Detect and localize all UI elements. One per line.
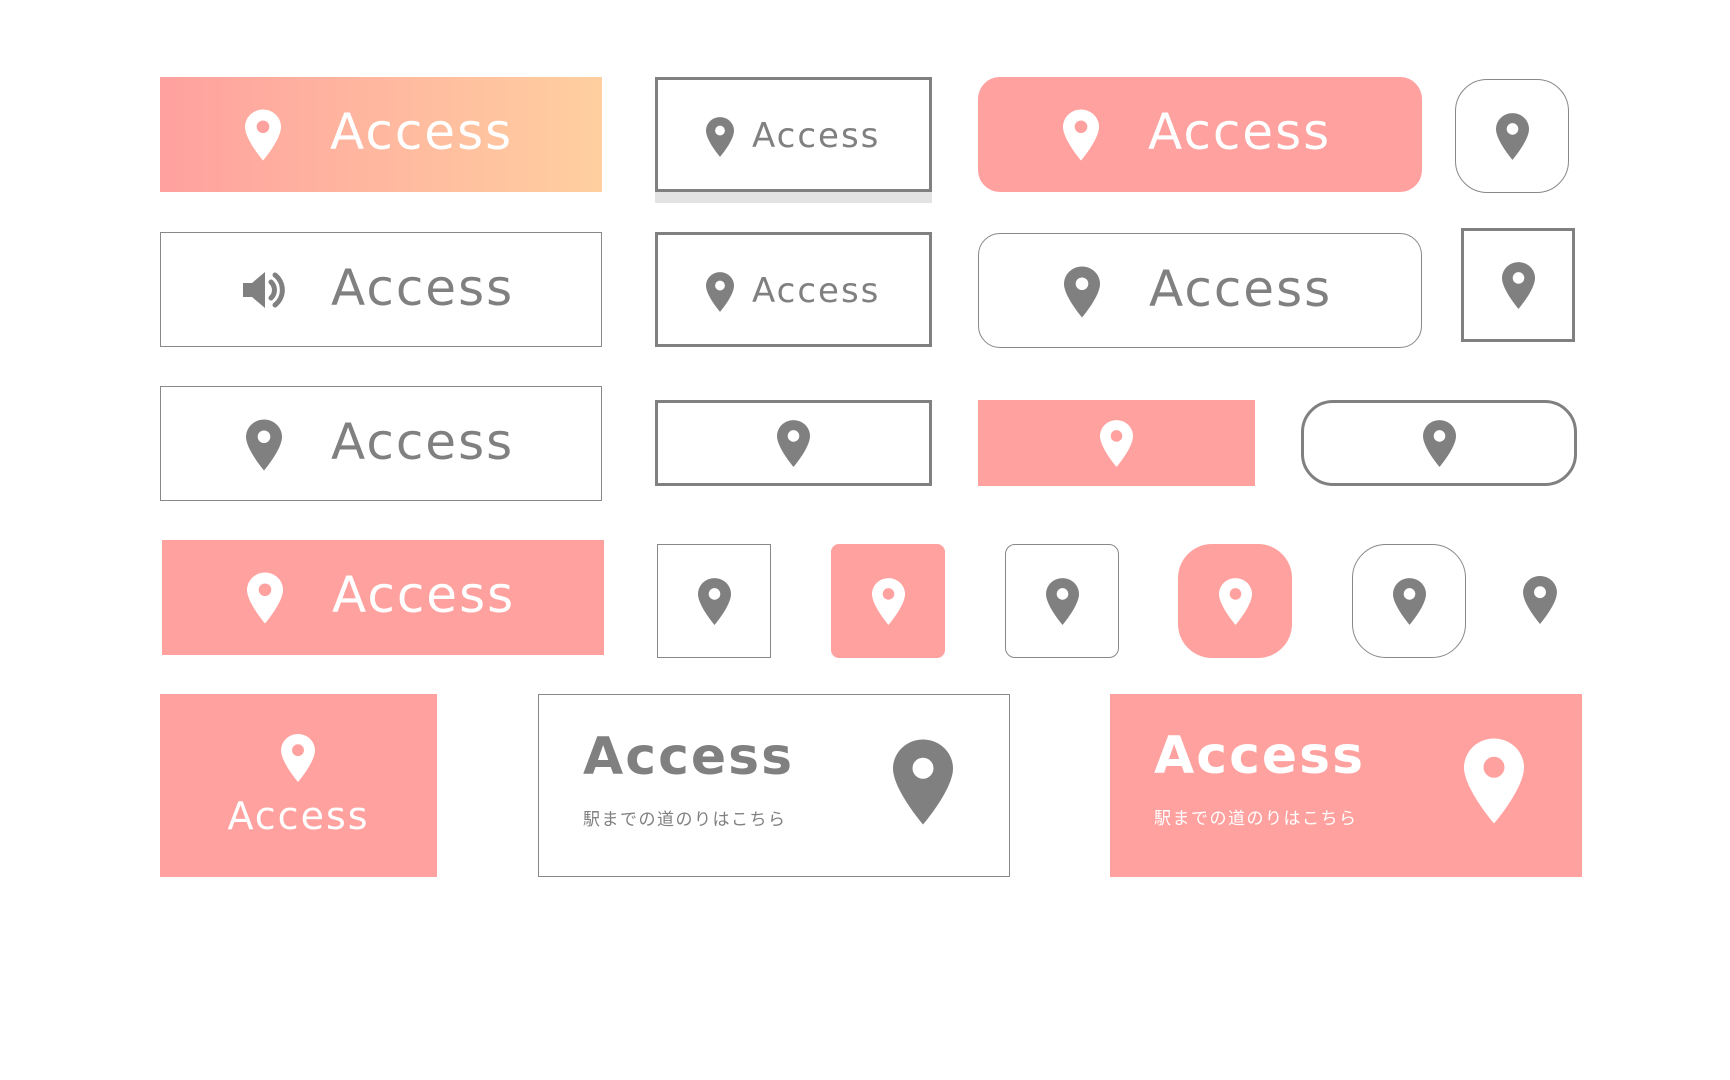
map-pin-icon — [697, 577, 731, 625]
map-pin-icon — [1464, 738, 1524, 824]
access-label: Access — [331, 259, 515, 317]
access-button-outlined-shadow[interactable]: Access — [655, 77, 932, 192]
map-pin-icon — [1392, 577, 1426, 625]
access-label: Access — [332, 566, 516, 624]
access-label: Access — [752, 116, 881, 156]
map-pin-icon — [1495, 112, 1529, 160]
map-pin-icon — [1063, 109, 1099, 161]
access-card-filled[interactable]: Access 駅までの道のりはこちら — [1110, 694, 1582, 877]
pin-icon-button-square-thick[interactable] — [1461, 228, 1575, 342]
map-pin-icon — [281, 734, 315, 782]
access-label: Access — [1149, 260, 1333, 318]
map-pin-icon — [777, 419, 810, 467]
access-label: Access — [1148, 103, 1332, 161]
access-button-outlined-thick[interactable]: Access — [655, 232, 932, 347]
pin-icon-button-square[interactable] — [657, 544, 771, 658]
card-title: Access — [583, 727, 795, 787]
pin-icon-button-outlined-squircle[interactable] — [1352, 544, 1466, 658]
card-title: Access — [1154, 726, 1366, 786]
pin-icon-button-pill[interactable] — [1301, 400, 1577, 486]
map-pin-icon — [1422, 419, 1456, 467]
access-label: Access — [227, 794, 370, 838]
access-button-filled[interactable]: Access — [162, 540, 604, 655]
pin-icon-button-filled-small-radius[interactable] — [831, 544, 945, 658]
pin-icon-button-squircle[interactable] — [1455, 79, 1569, 193]
access-button-gradient[interactable]: Access — [160, 77, 602, 192]
map-pin-icon — [245, 109, 281, 161]
pin-icon-button-filled-squircle[interactable] — [1178, 544, 1292, 658]
access-label: Access — [331, 413, 515, 471]
map-pin-icon — [1523, 576, 1557, 624]
access-label: Access — [752, 271, 881, 311]
map-pin-icon — [893, 739, 953, 825]
access-button-outlined[interactable]: Access — [160, 386, 602, 501]
speaker-icon — [243, 272, 285, 308]
pin-icon-button-wide-outlined[interactable] — [655, 400, 932, 486]
access-button-rounded[interactable]: Access — [978, 77, 1422, 192]
map-pin-icon — [706, 117, 734, 157]
access-card-outlined[interactable]: Access 駅までの道のりはこちら — [538, 694, 1010, 877]
map-pin-icon — [246, 419, 282, 471]
map-pin-icon — [1218, 577, 1252, 625]
pin-icon-button-outlined-small-radius[interactable] — [1005, 544, 1119, 658]
map-pin-icon — [1064, 266, 1100, 318]
card-subtitle: 駅までの道のりはこちら — [583, 810, 787, 830]
map-pin-icon — [1045, 577, 1079, 625]
map-pin-icon — [1100, 419, 1133, 467]
map-pin-icon — [247, 572, 283, 624]
pin-icon-button-wide-filled[interactable] — [978, 400, 1255, 486]
access-label: Access — [330, 103, 514, 161]
map-pin-icon — [706, 272, 734, 312]
pin-icon-button-plain[interactable] — [1515, 570, 1565, 630]
map-pin-icon — [1501, 261, 1535, 309]
access-button-speaker[interactable]: Access — [160, 232, 602, 347]
access-button-outlined-rounded[interactable]: Access — [978, 233, 1422, 348]
map-pin-icon — [871, 577, 905, 625]
card-subtitle: 駅までの道のりはこちら — [1154, 809, 1358, 829]
access-tile-stacked[interactable]: Access — [160, 694, 437, 877]
